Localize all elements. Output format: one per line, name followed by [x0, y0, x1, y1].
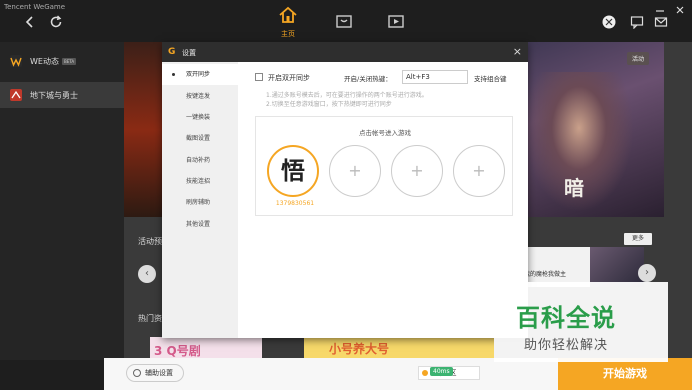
settings-nav-other[interactable]: 其他设置 — [162, 214, 238, 235]
dual-sync-checkbox[interactable] — [255, 73, 263, 81]
dual-sync-label: 开启双开同步 — [268, 74, 310, 82]
settings-nav-room-assist[interactable]: 刷房辅助 — [162, 192, 238, 213]
carousel-next-icon[interactable]: › — [638, 264, 656, 282]
hot-section-label: 热门资 — [138, 314, 162, 323]
watermark-overlay: 百科全说 助你轻松解决 — [494, 282, 668, 362]
settings-nav-auto-potion[interactable]: 自动补药 — [162, 150, 238, 171]
add-account-slot-3[interactable]: + — [453, 145, 505, 197]
we-logo-icon — [10, 55, 22, 67]
dnf-game-icon — [10, 89, 22, 101]
video-icon[interactable] — [387, 12, 405, 30]
account-id: 1379830561 — [275, 200, 315, 207]
settings-dialog: G 设置 × 双开同步 按键连发 一键换装 截图设置 自动补药 技能连招 刷房辅… — [162, 42, 528, 338]
start-game-button[interactable]: 开始游戏 — [558, 358, 692, 390]
top-bar: Tencent WeGame 主页 — [0, 0, 692, 42]
sidebar-item-dnf[interactable]: 地下城与勇士 — [0, 82, 124, 108]
account-avatar-glyph: 悟 — [281, 156, 305, 185]
more-button[interactable]: 更多 — [624, 233, 652, 245]
chat-icon[interactable] — [630, 14, 644, 30]
sidebar-item-we-news[interactable]: WE动态 BETA — [0, 48, 124, 74]
refresh-icon[interactable] — [48, 14, 64, 30]
hotkey-label: 开启/关闭热键： — [344, 75, 392, 83]
home-icon — [279, 6, 297, 23]
sidebar: WE动态 BETA 地下城与勇士 — [0, 42, 124, 360]
close-window-icon[interactable] — [674, 0, 686, 14]
user-avatar-icon[interactable] — [602, 14, 616, 29]
watermark-slogan: 助你轻松解决 — [524, 338, 609, 353]
news-thumbnail — [590, 247, 644, 287]
server-status-icon — [422, 370, 428, 376]
assist-settings-label: 辅助设置 — [145, 369, 173, 377]
sidebar-item-label: WE动态 — [30, 57, 59, 66]
accounts-panel: 点击帐号进入游戏 悟 1379830561 + + + — [255, 116, 513, 216]
assist-settings-button[interactable]: 辅助设置 — [126, 364, 184, 382]
ping-badge: 40ms — [430, 367, 453, 376]
instruction-note-2: 2.切换至任意游戏窗口，按下热键即可进行同步 — [266, 101, 392, 108]
minimize-icon[interactable] — [654, 0, 666, 12]
carousel-prev-icon[interactable]: ‹ — [138, 265, 156, 283]
close-icon[interactable]: × — [513, 45, 522, 59]
banner-title: 暗 — [564, 176, 585, 200]
home-tab-label: 主页 — [281, 30, 295, 38]
nav-item-label: 刷房辅助 — [186, 199, 211, 206]
hotkey-input[interactable]: Alt+F3 — [402, 70, 468, 84]
watermark-logo: 百科全说 — [516, 304, 616, 332]
combo-key-hint: 支持组合键 — [474, 75, 507, 83]
settings-nav-screenshot[interactable]: 截图设置 — [162, 128, 238, 149]
add-account-slot-1[interactable]: + — [329, 145, 381, 197]
nav-item-label: 其他设置 — [186, 221, 211, 228]
instruction-note-1: 1.通过多账号模去后，可在要进行操作的两个账号进行游戏。 — [266, 92, 428, 99]
nav-item-label: 按键连发 — [186, 93, 211, 100]
nav-item-label: 技能连招 — [186, 178, 211, 185]
thumbnail-2-text: 小号养大号 — [329, 342, 390, 356]
dialog-title: 设置 — [182, 49, 196, 57]
settings-nav: 双开同步 按键连发 一键换装 截图设置 自动补药 技能连招 刷房辅助 其他设置 — [162, 62, 238, 338]
settings-nav-skill-combo[interactable]: 技能连招 — [162, 171, 238, 192]
news-text: 我的魔枪我做主 — [524, 271, 567, 278]
settings-nav-dual-sync[interactable]: 双开同步 — [162, 64, 238, 85]
home-tab[interactable]: 主页 — [276, 6, 300, 39]
plus-icon: + — [410, 161, 424, 180]
store-icon[interactable] — [335, 12, 353, 30]
beta-badge: BETA — [61, 58, 77, 65]
back-icon[interactable] — [22, 14, 38, 30]
sidebar-item-label: 地下城与勇士 — [30, 91, 78, 100]
active-indicator-icon — [172, 73, 175, 76]
app-brand: Tencent WeGame — [4, 3, 66, 11]
bottom-panel: 辅助设置 东北2区 — [104, 358, 558, 390]
account-avatar-1[interactable]: 悟 — [267, 145, 319, 197]
mail-icon[interactable] — [654, 14, 668, 28]
plus-icon: + — [348, 161, 362, 180]
plus-icon: + — [472, 161, 486, 180]
event-badge[interactable]: 活动 — [627, 52, 650, 65]
banner-image-left — [124, 42, 162, 217]
nav-item-label: 双开同步 — [186, 71, 211, 78]
dialog-header: G 设置 × — [162, 42, 528, 62]
gear-icon — [133, 369, 141, 377]
nav-item-label: 截图设置 — [186, 135, 211, 142]
activity-section-label: 活动预 — [138, 237, 162, 246]
thumbnail-1-text: 3 Q号剧 — [154, 344, 201, 358]
settings-nav-key-repeat[interactable]: 按键连发 — [162, 86, 238, 107]
settings-nav-quick-equip[interactable]: 一键换装 — [162, 107, 238, 128]
nav-item-label: 一键换装 — [186, 114, 211, 121]
accounts-title: 点击帐号进入游戏 — [359, 129, 411, 137]
wegame-logo-icon: G — [168, 47, 176, 57]
add-account-slot-2[interactable]: + — [391, 145, 443, 197]
nav-item-label: 自动补药 — [186, 157, 211, 164]
